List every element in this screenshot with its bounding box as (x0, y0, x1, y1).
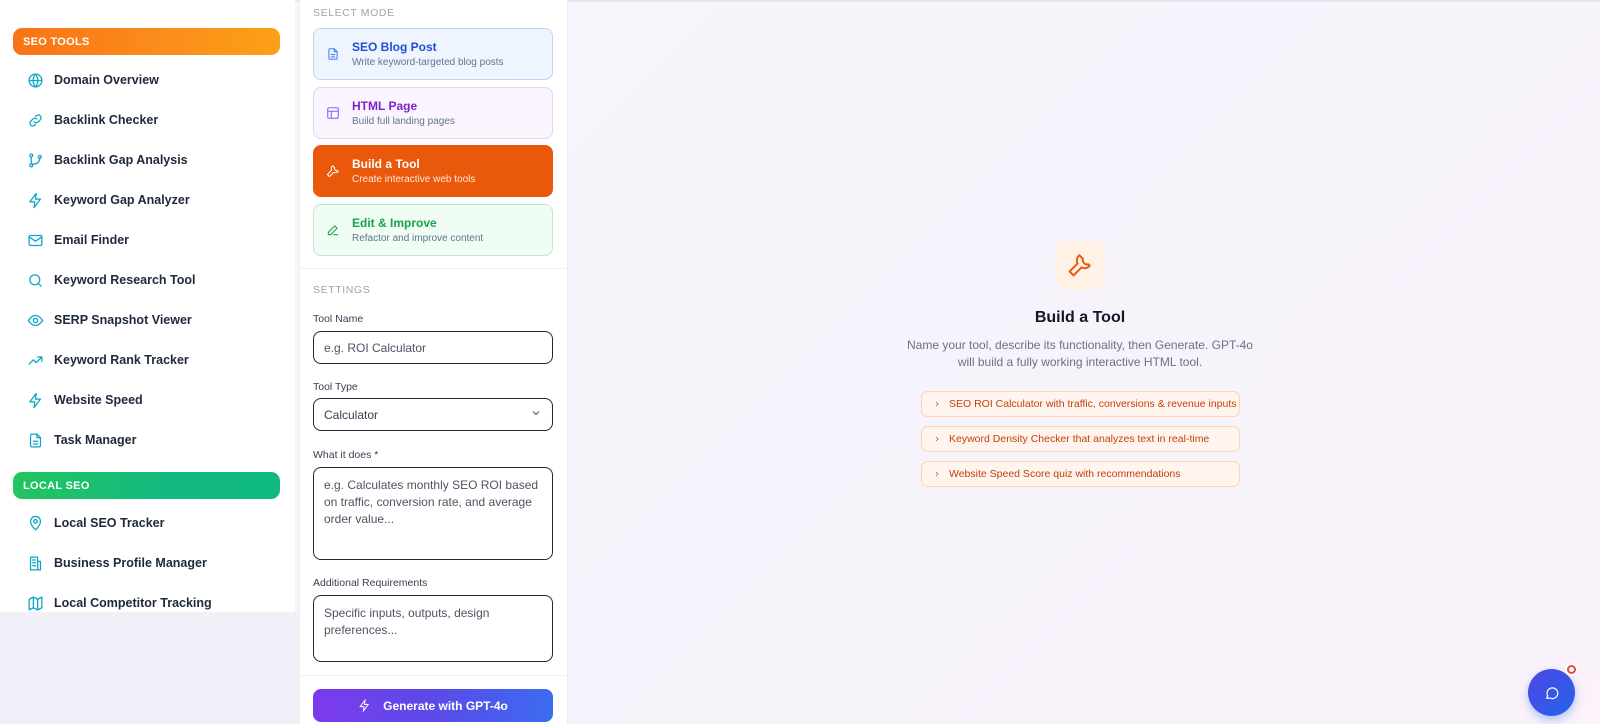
mode-title: Build a Tool (352, 157, 420, 171)
lightning-icon (26, 391, 44, 409)
mode-html-page[interactable]: HTML Page Build full landing pages (313, 87, 553, 139)
mail-icon (26, 231, 44, 249)
suggestion-chip[interactable]: Website Speed Score quiz with recommenda… (921, 461, 1240, 487)
empty-state-description: Name your tool, describe its functionali… (907, 338, 1253, 369)
chevron-right-icon (933, 435, 941, 443)
mode-title: Edit & Improve (352, 216, 437, 230)
lightning-icon (358, 699, 383, 712)
tool-type-value: Calculator (324, 407, 379, 422)
layout-icon (325, 105, 341, 121)
pencil-icon (325, 222, 341, 238)
sidebar-item-label: Keyword Gap Analyzer (54, 193, 190, 207)
sidebar-item-label: SERP Snapshot Viewer (54, 313, 192, 327)
suggestion-chip[interactable]: SEO ROI Calculator with traffic, convers… (921, 391, 1240, 417)
chat-button[interactable] (1528, 669, 1575, 716)
wrench-icon (325, 163, 341, 179)
sidebar-item-label: Business Profile Manager (54, 556, 207, 570)
local-seo-header: LOCAL SEO (13, 472, 280, 499)
chevron-down-icon (530, 407, 542, 422)
empty-state-title: Build a Tool (1034, 309, 1126, 326)
generate-button[interactable]: Generate with GPT-4o (313, 689, 553, 722)
mode-subtitle: Build full landing pages (352, 116, 455, 127)
sidebar-item-website-speed[interactable]: Website Speed (20, 383, 280, 417)
what-it-does-label: What it does * (313, 449, 379, 461)
sidebar-item-label: Backlink Gap Analysis (54, 153, 188, 167)
search-icon (26, 271, 44, 289)
mode-subtitle: Write keyword-targeted blog posts (352, 57, 504, 68)
sidebar-item-label: Keyword Research Tool (54, 273, 196, 287)
building-icon (26, 554, 44, 572)
sidebar-item-backlink-checker[interactable]: Backlink Checker (20, 103, 280, 137)
notification-badge (1565, 663, 1578, 676)
sidebar-item-keyword-rank-tracker[interactable]: Keyword Rank Tracker (20, 343, 280, 377)
suggestion-text: SEO ROI Calculator with traffic, convers… (949, 398, 1237, 410)
panel-divider (300, 268, 566, 269)
sidebar-item-task-manager[interactable]: Task Manager (20, 423, 280, 457)
wrench-icon (1055, 240, 1105, 290)
suggestion-text: Website Speed Score quiz with recommenda… (949, 468, 1181, 480)
tool-name-input[interactable] (313, 331, 553, 364)
sidebar-item-label: Local Competitor Tracking (54, 596, 212, 610)
sidebar-item-business-profile-manager[interactable]: Business Profile Manager (20, 546, 280, 580)
mode-edit-improve[interactable]: Edit & Improve Refactor and improve cont… (313, 204, 553, 256)
sidebar-item-keyword-research-tool[interactable]: Keyword Research Tool (20, 263, 280, 297)
document-icon (325, 46, 341, 62)
sidebar-item-local-competitor-tracking[interactable]: Local Competitor Tracking (20, 586, 280, 620)
mode-title: SEO Blog Post (352, 40, 437, 54)
chat-bubble-icon (1544, 685, 1560, 701)
panel-divider (300, 675, 566, 676)
sidebar-item-email-finder[interactable]: Email Finder (20, 223, 280, 257)
sidebar-item-label: Local SEO Tracker (54, 516, 165, 530)
sidebar-item-backlink-gap-analysis[interactable]: Backlink Gap Analysis (20, 143, 280, 177)
link-icon (26, 111, 44, 129)
sidebar-item-label: Domain Overview (54, 73, 159, 87)
mode-seo-blog-post[interactable]: SEO Blog Post Write keyword-targeted blo… (313, 28, 553, 80)
globe-icon (26, 71, 44, 89)
sidebar-item-local-seo-tracker[interactable]: Local SEO Tracker (20, 506, 280, 540)
additional-requirements-textarea[interactable] (313, 595, 553, 662)
mode-subtitle: Create interactive web tools (352, 174, 476, 185)
tool-name-label: Tool Name (313, 313, 364, 325)
chevron-right-icon (933, 400, 941, 408)
additional-requirements-label: Additional Requirements (313, 577, 428, 589)
sidebar-item-label: Backlink Checker (54, 113, 159, 127)
tool-type-label: Tool Type (313, 381, 358, 393)
generate-button-label: Generate with GPT-4o (383, 698, 508, 713)
sidebar-item-label: Task Manager (54, 433, 137, 447)
mode-build-a-tool[interactable]: Build a Tool Create interactive web tool… (313, 145, 553, 197)
mode-subtitle: Refactor and improve content (352, 233, 484, 244)
select-mode-label: SELECT MODE (313, 7, 395, 19)
chevron-right-icon (933, 470, 941, 478)
sidebar-item-serp-snapshot-viewer[interactable]: SERP Snapshot Viewer (20, 303, 280, 337)
sidebar-item-label: Email Finder (54, 233, 130, 247)
settings-label: SETTINGS (313, 284, 371, 296)
seo-tools-header: SEO TOOLS (13, 28, 280, 55)
tool-type-select[interactable]: Calculator (313, 398, 553, 431)
suggestion-chip[interactable]: Keyword Density Checker that analyzes te… (921, 426, 1240, 452)
lightning-icon (26, 191, 44, 209)
map-icon (26, 594, 44, 612)
trending-up-icon (26, 351, 44, 369)
eye-icon (26, 311, 44, 329)
suggestion-text: Keyword Density Checker that analyzes te… (949, 433, 1210, 445)
document-icon (26, 431, 44, 449)
sidebar-item-keyword-gap-analyzer[interactable]: Keyword Gap Analyzer (20, 183, 280, 217)
git-branch-icon (26, 151, 44, 169)
sidebar-item-label: Website Speed (54, 393, 143, 407)
map-pin-icon (26, 514, 44, 532)
sidebar-item-domain-overview[interactable]: Domain Overview (20, 63, 280, 97)
sidebar-item-label: Keyword Rank Tracker (54, 353, 189, 367)
sidebar-footer-area (0, 612, 299, 724)
what-it-does-textarea[interactable] (313, 467, 553, 560)
mode-title: HTML Page (352, 99, 418, 113)
